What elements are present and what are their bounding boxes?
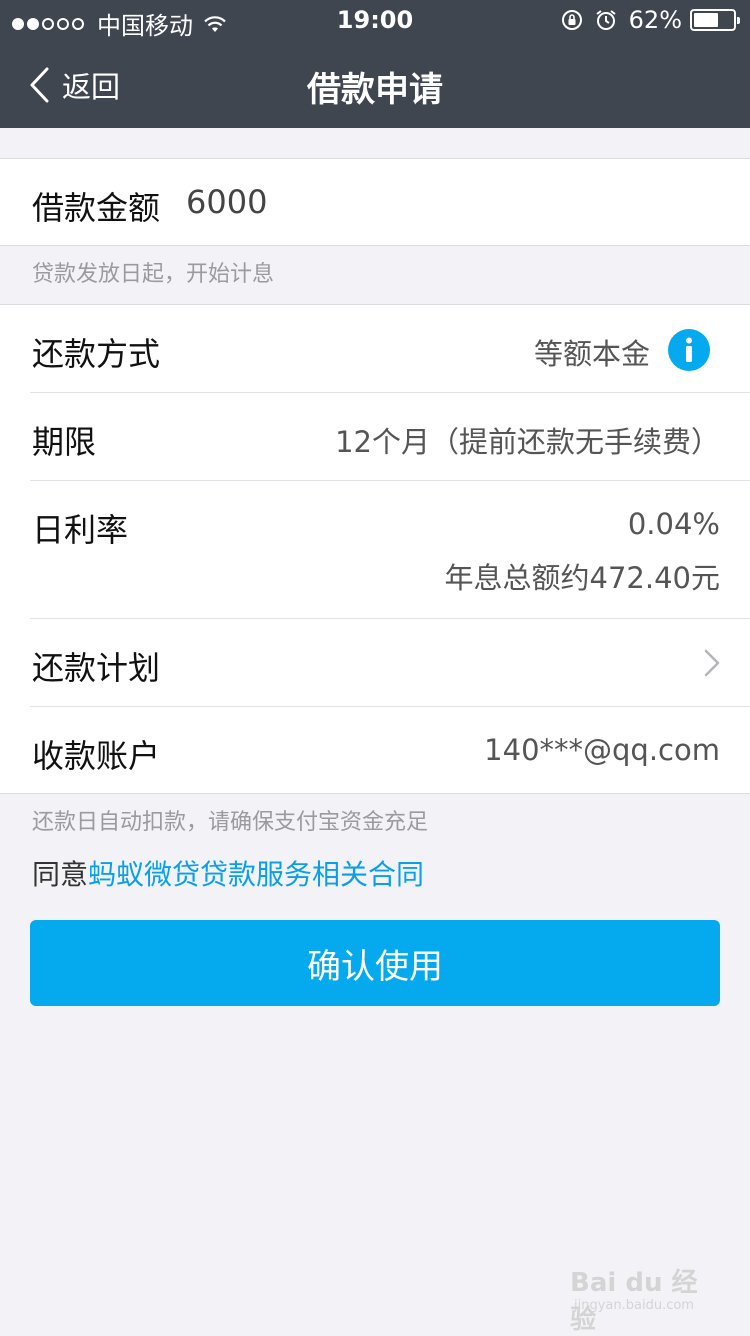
agreement-link[interactable]: 蚂蚁微贷贷款服务相关合同 <box>88 858 424 891</box>
term-row: 期限 12个月（提前还款无手续费） <box>0 393 750 481</box>
chevron-right-icon <box>704 649 720 677</box>
info-icon[interactable] <box>668 329 710 371</box>
repayment-method-label: 还款方式 <box>32 335 161 373</box>
daily-rate-label: 日利率 <box>32 511 129 549</box>
page-title: 借款申请 <box>307 70 443 110</box>
repayment-plan-row[interactable]: 还款计划 <box>0 619 750 707</box>
status-bar: 中国移动 19:00 62% <box>0 0 750 40</box>
agreement-line: 同意蚂蚁微贷贷款服务相关合同 <box>32 853 424 893</box>
loan-amount-value[interactable]: 6000 <box>186 183 267 221</box>
battery-percent: 62% <box>628 6 682 34</box>
repayment-plan-label: 还款计划 <box>32 649 161 687</box>
daily-rate-row: 日利率 0.04% 年息总额约472.40元 <box>0 481 750 619</box>
repayment-method-row[interactable]: 还款方式 等额本金 <box>0 305 750 393</box>
loan-amount-label: 借款金额 <box>32 189 161 227</box>
battery-icon <box>690 9 740 31</box>
interest-start-hint: 贷款发放日起，开始计息 <box>32 262 275 287</box>
auto-debit-hint: 还款日自动扣款，请确保支付宝资金充足 <box>32 810 429 835</box>
receiving-account-value: 140***@qq.com <box>484 733 720 767</box>
agreement-prefix: 同意 <box>32 858 89 891</box>
alarm-icon <box>596 10 616 30</box>
loan-amount-section: 借款金额 6000 <box>0 158 750 246</box>
battery-nub <box>737 17 740 24</box>
orientation-lock-icon <box>561 10 582 30</box>
repayment-method-value: 等额本金 <box>533 337 650 371</box>
receiving-account-row[interactable]: 收款账户 140***@qq.com <box>0 707 750 795</box>
loan-amount-row[interactable]: 借款金额 6000 <box>0 159 750 247</box>
term-value: 12个月（提前还款无手续费） <box>335 425 720 459</box>
daily-rate-value: 0.04% <box>627 507 720 541</box>
receiving-account-label: 收款账户 <box>32 737 161 775</box>
annual-interest-total: 年息总额约472.40元 <box>444 561 720 595</box>
baidu-watermark: Bai du 经验 jingyan.baidu.com <box>570 1262 710 1335</box>
battery-fill <box>694 13 718 27</box>
confirm-button[interactable]: 确认使用 <box>30 920 720 1006</box>
term-label: 期限 <box>32 423 97 461</box>
loan-details-section: 还款方式 等额本金 期限 12个月（提前还款无手续费） 日利率 0.04% 年息… <box>0 304 750 794</box>
status-right: 62% <box>561 6 740 34</box>
watermark-url: jingyan.baidu.com <box>574 1298 694 1313</box>
navigation-bar: 返回 借款申请 <box>0 40 750 128</box>
